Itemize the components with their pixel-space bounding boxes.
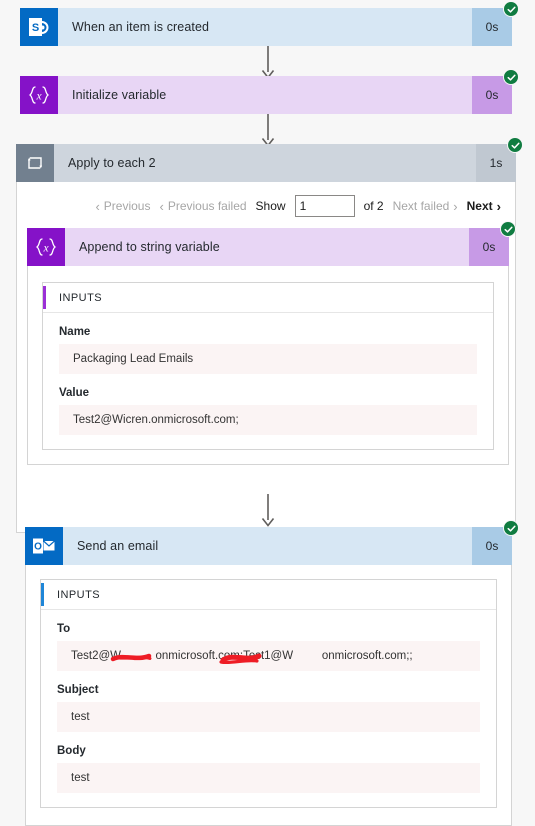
- connector-arrow-2: [0, 114, 535, 148]
- to-value: Test2@Wxxxxxxonmicrosoft.com;Test1@Wxxxx…: [57, 641, 480, 671]
- append-inputs-panel: INPUTS Name Packaging Lead Emails Value …: [42, 282, 494, 450]
- body-label: Body: [57, 745, 86, 757]
- sharepoint-icon: S: [20, 8, 58, 46]
- svg-text:S: S: [32, 22, 39, 34]
- action-card-append-to-string-variable[interactable]: x Append to string variable 0s: [27, 221, 516, 266]
- name-value: Packaging Lead Emails: [59, 344, 477, 374]
- svg-text:x: x: [42, 243, 49, 255]
- to-value-part1: Test2@W: [71, 650, 122, 662]
- connector-arrow-1: [0, 46, 535, 80]
- to-label: To: [57, 623, 71, 635]
- previous-label: Previous: [103, 199, 151, 213]
- status-success-icon: [503, 1, 519, 17]
- chevron-right-icon: ›: [453, 198, 458, 214]
- connector-arrow-3: [0, 494, 535, 528]
- variable-icon: x: [20, 76, 58, 114]
- svg-text:x: x: [35, 91, 42, 103]
- show-label: Show: [255, 199, 286, 213]
- inputs-header: INPUTS: [41, 580, 496, 610]
- name-label: Name: [59, 326, 91, 338]
- subject-value: test: [57, 702, 480, 732]
- value-value: Test2@Wicren.onmicrosoft.com;: [59, 405, 477, 435]
- body-value: test: [57, 763, 480, 793]
- action-card-apply-to-each-2[interactable]: Apply to each 2 1s: [16, 137, 523, 182]
- next-button[interactable]: Next ›: [467, 199, 501, 213]
- next-failed-label: Next failed: [392, 199, 450, 213]
- value-label: Value: [59, 387, 90, 399]
- previous-failed-button[interactable]: ‹ Previous failed: [159, 199, 246, 213]
- variable-icon: x: [27, 228, 65, 266]
- email-inputs-panel: INPUTS To Test2@Wxxxxxxonmicrosoft.com;T…: [40, 579, 497, 808]
- status-success-icon: [500, 221, 516, 237]
- action-card-initialize-variable[interactable]: x Initialize variable 0s: [20, 69, 519, 114]
- previous-button[interactable]: ‹ Previous: [95, 199, 150, 213]
- to-value-part2: onmicrosoft.com;Test1@W: [155, 650, 294, 662]
- action-title: Send an email: [77, 539, 159, 553]
- chevron-right-icon: ›: [496, 198, 501, 214]
- action-title: Append to string variable: [79, 240, 220, 254]
- inputs-header: INPUTS: [43, 283, 493, 313]
- loop-icon: [16, 144, 54, 182]
- action-card-when-an-item-is-created[interactable]: S When an item is created 0s: [20, 1, 519, 46]
- subject-label: Subject: [57, 684, 99, 696]
- action-title: Initialize variable: [72, 88, 167, 102]
- action-title: When an item is created: [72, 20, 210, 34]
- status-success-icon: [507, 137, 523, 153]
- previous-failed-label: Previous failed: [167, 199, 247, 213]
- svg-text:O: O: [34, 542, 42, 553]
- status-success-icon: [503, 69, 519, 85]
- outlook-icon: O: [25, 527, 63, 565]
- to-value-text: Test2@Wxxxxxxonmicrosoft.com;Test1@Wxxxx…: [71, 650, 413, 665]
- chevron-left-icon: ‹: [95, 198, 100, 214]
- next-label: Next: [466, 199, 493, 213]
- chevron-left-icon: ‹: [159, 198, 164, 214]
- next-failed-button[interactable]: Next failed ›: [393, 199, 458, 213]
- total-pages-label: of 2: [363, 199, 384, 213]
- action-title: Apply to each 2: [68, 156, 156, 170]
- status-success-icon: [503, 520, 519, 536]
- page-number-input[interactable]: [294, 195, 355, 217]
- flow-run-canvas: S When an item is created 0s x Initializ…: [0, 0, 535, 826]
- action-card-send-an-email[interactable]: O Send an email 0s: [25, 520, 519, 565]
- to-value-part3: onmicrosoft.com;;: [321, 650, 413, 662]
- iteration-pager: ‹ Previous ‹ Previous failed Show of 2 N…: [17, 182, 515, 228]
- apply-to-each-body: ‹ Previous ‹ Previous failed Show of 2 N…: [16, 182, 516, 533]
